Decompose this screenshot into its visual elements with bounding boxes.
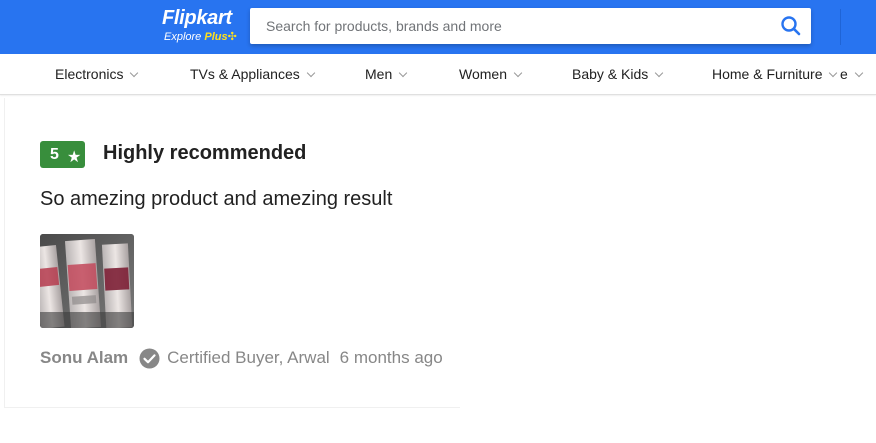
category-label: Women [459,66,507,82]
category-tvs-appliances[interactable]: TVs & Appliances [190,54,315,94]
category-men[interactable]: Men [365,54,408,94]
category-baby-kids[interactable]: Baby & Kids [572,54,664,94]
category-label: e [840,66,848,82]
star-icon: ★ [67,149,82,166]
logo-name: Flipkart [162,7,232,29]
header-divider [840,9,841,45]
category-label: Electronics [55,66,124,82]
chevron-down-icon [854,68,864,78]
category-electronics[interactable]: Electronics [55,54,139,94]
review-divider [4,407,460,408]
chevron-down-icon [513,68,523,78]
category-label: Home & Furniture [712,66,823,82]
check-circle-icon [139,348,160,368]
chevron-down-icon [398,68,408,78]
review-text: So amezing product and amezing result [40,188,393,210]
logo-tagline: Explore Plus✣ [164,30,237,43]
review-timestamp: 6 months ago [339,348,443,367]
rating-value: 5 [50,146,59,163]
logo-tagline-plus: Plus [204,31,228,43]
search-bar [250,8,811,44]
chevron-down-icon [306,68,315,78]
chevron-down-icon [829,68,838,78]
review-title: Highly recommended [103,142,307,164]
category-women[interactable]: Women [459,54,523,94]
search-button[interactable] [777,12,805,40]
search-input[interactable] [250,8,760,44]
reviewer-name: Sonu Alam [40,348,129,367]
category-home-furniture[interactable]: Home & Furniture [712,54,838,94]
chevron-down-icon [655,68,664,78]
category-label: Men [365,66,393,82]
reviewer-info: Sonu Alam Certified Buyer, Arwal 6 month… [40,347,443,369]
top-navigation-bar: Flipkart Explore Plus✣ [0,0,876,54]
review-image-thumbnail[interactable] [40,234,134,328]
search-icon [781,16,801,36]
rating-badge: 5 ★ [40,141,85,168]
category-menu: Electronics TVs & Appliances Men Women B… [0,54,876,95]
flipkart-logo[interactable]: Flipkart Explore Plus✣ [162,6,242,46]
category-more[interactable]: e [840,54,864,94]
certified-buyer-label: Certified Buyer, Arwal [167,348,330,367]
category-label: Baby & Kids [572,66,649,82]
product-photo-thumbnail [40,234,134,328]
chevron-down-icon [130,68,139,78]
plus-icon: ✣ [227,31,237,43]
category-label: TVs & Appliances [190,66,300,82]
logo-tagline-explore: Explore [164,31,202,43]
